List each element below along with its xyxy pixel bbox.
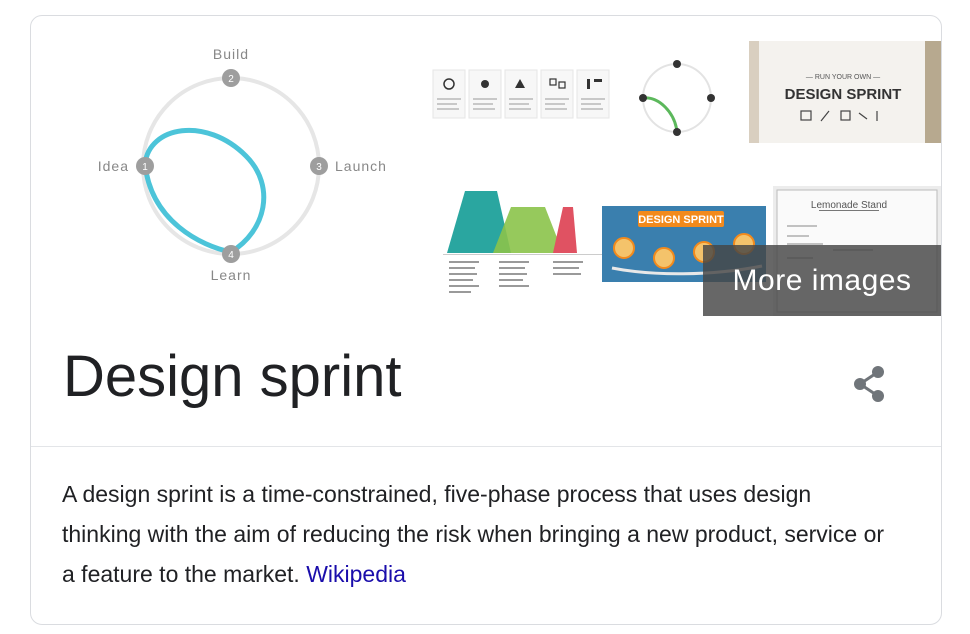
entity-title: Design sprint (63, 344, 402, 409)
phases-thumbnail (429, 38, 747, 152)
knowledge-panel-card: 2 Build 3 Launch 1 Idea 4 Learn — RUN YO… (30, 15, 942, 625)
sprint-cycle-diagram: 2 Build 3 Launch 1 Idea 4 Learn (98, 46, 387, 283)
section-divider (31, 446, 941, 447)
svg-text:3: 3 (316, 162, 322, 173)
svg-text:2: 2 (228, 74, 234, 85)
svg-text:DESIGN SPRINT: DESIGN SPRINT (638, 214, 724, 226)
svg-text:1: 1 (142, 162, 148, 173)
trapezoid-thumbnail (439, 179, 607, 324)
description-text: A design sprint is a time-constrained, f… (62, 481, 885, 587)
cycle-node-launch: 3 Launch (310, 157, 387, 175)
share-icon (854, 366, 884, 402)
wikipedia-link[interactable]: Wikipedia (306, 561, 406, 587)
image-tile-notebook[interactable]: — RUN YOUR OWN — DESIGN SPRINT (749, 41, 941, 143)
svg-text:Launch: Launch (335, 158, 387, 174)
cycle-node-idea: 1 Idea (98, 157, 154, 175)
svg-text:4: 4 (228, 250, 234, 261)
svg-text:— RUN YOUR OWN —: — RUN YOUR OWN — (806, 74, 880, 81)
svg-text:Lemonade Stand: Lemonade Stand (811, 200, 887, 211)
svg-text:Build: Build (213, 46, 249, 62)
image-tile-sprint-cycle[interactable]: 2 Build 3 Launch 1 Idea 4 Learn (31, 16, 429, 316)
svg-text:DESIGN SPRINT: DESIGN SPRINT (785, 86, 902, 103)
image-gallery: 2 Build 3 Launch 1 Idea 4 Learn — RUN YO… (31, 16, 941, 334)
entity-description: A design sprint is a time-constrained, f… (62, 474, 892, 594)
image-tile-trapezoid-chart[interactable] (439, 179, 607, 324)
svg-text:Learn: Learn (211, 267, 252, 283)
notebook-thumbnail: — RUN YOUR OWN — DESIGN SPRINT (749, 41, 941, 143)
more-images-button[interactable]: More images (703, 245, 941, 316)
share-button[interactable] (849, 363, 893, 407)
svg-text:Idea: Idea (98, 158, 129, 174)
image-tile-phases[interactable] (429, 38, 747, 152)
